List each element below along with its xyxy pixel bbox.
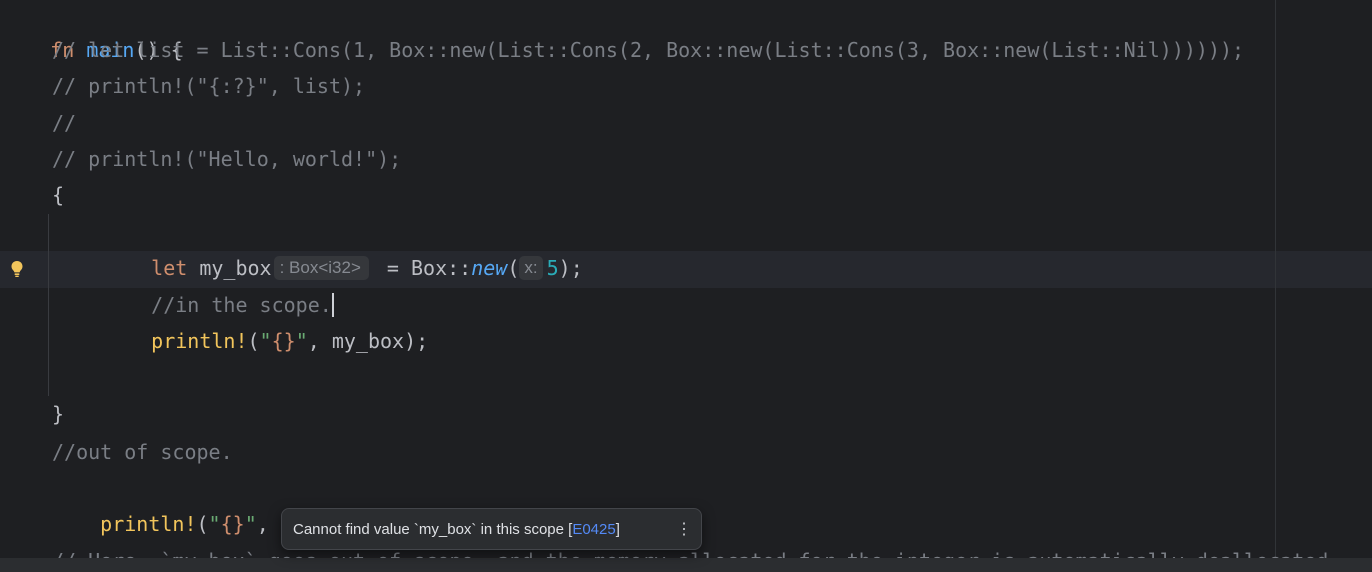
open-paren: ( [196, 512, 209, 536]
number-literal: 5 [546, 256, 559, 280]
horizontal-scrollbar-track[interactable] [0, 558, 1372, 572]
code-line-4[interactable]: // [52, 105, 76, 141]
code-line-3[interactable]: // println!("{:?}", list); [52, 68, 365, 104]
open-paren: ( [507, 256, 520, 280]
string-quote-open: " [208, 512, 221, 536]
line-7-end: ); [558, 256, 583, 280]
right-margin-guide [1275, 0, 1276, 572]
tooltip-message: Cannot find value `my_box` in this scope [293, 521, 564, 538]
line-9-rest: , my_box); [307, 329, 429, 353]
code-line-12[interactable]: println!("{}", my_box); [52, 470, 377, 536]
param-hint-inlay[interactable]: x: [519, 256, 543, 280]
open-paren: ( [247, 329, 260, 353]
macro-println: println! [100, 512, 197, 536]
string-quote-open: " [259, 329, 272, 353]
format-placeholder: {} [220, 512, 245, 536]
more-vertical-icon[interactable]: ⋮ [676, 509, 692, 549]
code-line-6[interactable]: { [52, 177, 64, 213]
string-quote-close: " [295, 329, 308, 353]
macro-println: println! [151, 329, 248, 353]
error-tooltip: Cannot find value `my_box` in this scope… [281, 508, 702, 550]
method-new: new [471, 256, 508, 280]
code-line-9[interactable]: println!("{}", my_box); [103, 287, 428, 353]
indent-guide [48, 214, 49, 396]
code-line-11[interactable]: //out of scope. [52, 434, 233, 470]
error-code-link[interactable]: E0425 [572, 521, 615, 538]
format-placeholder: {} [271, 329, 296, 353]
code-line-2[interactable]: // let list = List::Cons(1, Box::new(Lis… [52, 32, 1244, 68]
code-line-10[interactable]: } [52, 396, 64, 432]
assign-box: = Box:: [374, 256, 472, 280]
code-line-1[interactable]: fn main() { [2, 0, 182, 62]
code-editor[interactable]: fn main() { // let list = List::Cons(1, … [0, 0, 1372, 572]
lightbulb-icon[interactable] [10, 260, 24, 278]
code-line-8[interactable]: //in the scope. [103, 251, 334, 317]
code-line-5[interactable]: // println!("Hello, world!"); [52, 141, 401, 177]
separator: , [256, 512, 281, 536]
tooltip-bracket-close: ] [615, 521, 620, 538]
string-quote-close: " [244, 512, 257, 536]
code-line-7[interactable]: let my_box: Box<i32> = Box::new(x: 5); [103, 214, 583, 280]
